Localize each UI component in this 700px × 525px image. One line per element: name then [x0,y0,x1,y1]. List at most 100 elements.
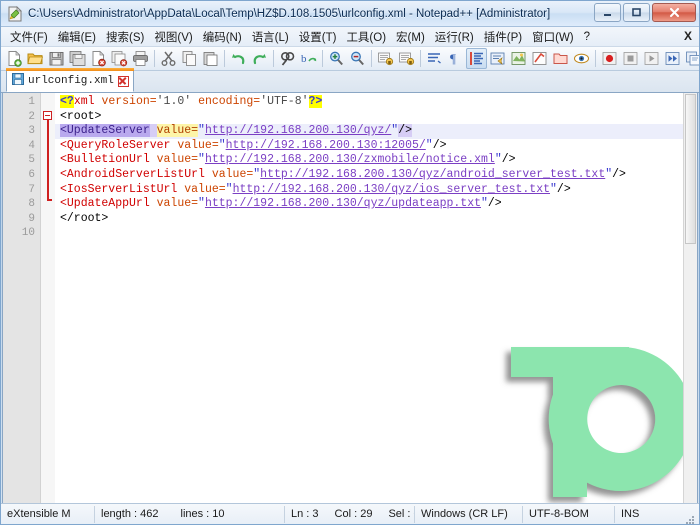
code-line-1[interactable]: <?xml version='1.0' encoding='UTF-8'?> [55,95,697,110]
menu-help[interactable]: ? [579,29,595,45]
menu-settings[interactable]: 设置(T) [294,27,342,47]
close-all-icon[interactable] [109,48,130,69]
code-line-5[interactable]: <BulletionUrl value="http://192.168.200.… [55,153,697,168]
close-document-button[interactable]: X [684,29,692,43]
status-length-lines: length : 462 lines : 10 [95,505,285,523]
open-file-icon[interactable] [25,48,46,69]
macro-stop-icon[interactable] [620,48,641,69]
tab-urlconfig-xml[interactable]: urlconfig.xml [6,68,134,92]
print-icon[interactable] [130,48,151,69]
undo-icon[interactable] [228,48,249,69]
macro-play-icon[interactable] [641,48,662,69]
code-token: " [225,182,233,196]
vertical-scrollbar[interactable] [683,93,697,504]
status-encoding: UTF-8-BOM [523,505,615,523]
close-button[interactable] [652,3,696,22]
macro-save-icon[interactable] [683,48,699,69]
code-token: /> [487,197,502,211]
code-line-2[interactable]: <root> [55,110,697,125]
paste-icon[interactable] [200,48,221,69]
folder-as-workspace-icon[interactable] [550,48,571,69]
code-token: value= [156,153,199,167]
copy-icon[interactable] [179,48,200,69]
code-token: /> [612,167,626,181]
code-line-6[interactable]: <AndroidServerListUrl value="http://192.… [55,168,697,183]
menu-window[interactable]: 窗口(W) [527,27,579,47]
status-eol-format: Windows (CR LF) [415,505,523,523]
code-content[interactable]: <?xml version='1.0' encoding='UTF-8'?> <r… [55,93,697,504]
menu-search[interactable]: 搜索(S) [101,27,149,47]
code-token: value= [184,182,226,196]
line-number: 8 [28,198,35,211]
editor-area[interactable]: 1 2 3 4 5 6 7 8 9 10 <?xml version='1.0'… [2,93,698,504]
indent-guide-icon[interactable] [466,48,487,69]
scrollbar-thumb[interactable] [685,94,696,244]
code-token: http://192.168.200.130:12005/ [225,138,426,152]
status-length: length : 462 [101,508,159,520]
document-map-icon[interactable] [508,48,529,69]
toolbar-separator [322,50,323,67]
menu-encoding[interactable]: 编码(N) [198,27,247,47]
code-token: /> [432,138,447,152]
collapse-minus-icon[interactable] [43,111,52,120]
line-number: 4 [28,139,35,152]
toolbar-separator [273,50,274,67]
code-line-7[interactable]: <IosServerListUrl value="http://192.168.… [55,183,697,198]
code-token: <IosServerListUrl [60,182,178,196]
fold-margin[interactable] [41,93,55,504]
line-number: 9 [28,212,35,225]
menu-edit[interactable]: 编辑(E) [53,27,101,47]
close-file-icon[interactable] [88,48,109,69]
code-token: /> [556,182,571,196]
sync-vertical-icon[interactable] [375,48,396,69]
macro-playback-multiple-icon[interactable] [662,48,683,69]
new-file-icon[interactable] [4,48,25,69]
menu-tools[interactable]: 工具(O) [341,27,391,47]
code-line-10[interactable] [55,226,697,241]
code-token: value= [156,197,199,211]
code-token: http://192.168.200.130/zxmobile/notice.x… [204,153,495,167]
code-token: " [198,124,205,138]
show-all-chars-icon[interactable]: ¶ [445,48,466,69]
code-line-3[interactable]: <UpdateServer value="http://192.168.200.… [55,124,697,139]
tab-label: urlconfig.xml [28,75,114,87]
zoom-out-icon[interactable] [347,48,368,69]
code-token: /> [398,124,413,138]
menu-run[interactable]: 运行(R) [430,27,479,47]
user-define-dialog-icon[interactable] [487,48,508,69]
find-icon[interactable] [277,48,298,69]
menu-view[interactable]: 视图(V) [149,27,197,47]
menu-macro[interactable]: 宏(M) [391,27,430,47]
line-number: 7 [28,183,35,196]
sync-horizontal-icon[interactable] [396,48,417,69]
line-number-gutter: 1 2 3 4 5 6 7 8 9 10 [3,93,41,504]
code-line-4[interactable]: <QueryRoleServer value="http://192.168.2… [55,139,697,154]
menu-file[interactable]: 文件(F) [5,27,53,47]
monitoring-icon[interactable] [571,48,592,69]
line-number: 3 [28,125,35,138]
line-number: 5 [28,154,35,167]
function-list-icon[interactable] [529,48,550,69]
code-line-8[interactable]: <UpdateAppUrl value="http://192.168.200.… [55,197,697,212]
code-token: xml [73,95,95,108]
status-ln: Ln : 3 [291,508,319,520]
maximize-button[interactable] [623,3,650,22]
zoom-in-icon[interactable] [326,48,347,69]
redo-icon[interactable] [249,48,270,69]
replace-icon[interactable]: b [298,48,319,69]
code-line-9[interactable]: </root> [55,212,697,227]
code-token: " [425,138,433,152]
save-all-icon[interactable] [67,48,88,69]
code-token: '1.0' [156,95,192,108]
macro-record-icon[interactable] [599,48,620,69]
tab-close-icon[interactable] [117,75,129,87]
word-wrap-icon[interactable] [424,48,445,69]
menu-plugins[interactable]: 插件(P) [479,27,527,47]
save-icon[interactable] [46,48,67,69]
svg-text:¶: ¶ [450,51,456,66]
minimize-button[interactable] [594,3,621,22]
resize-grip[interactable] [683,507,697,524]
status-caret-position: Ln : 3 Col : 29 Sel : 0 | 0 [285,505,415,523]
cut-icon[interactable] [158,48,179,69]
menu-language[interactable]: 语言(L) [247,27,294,47]
